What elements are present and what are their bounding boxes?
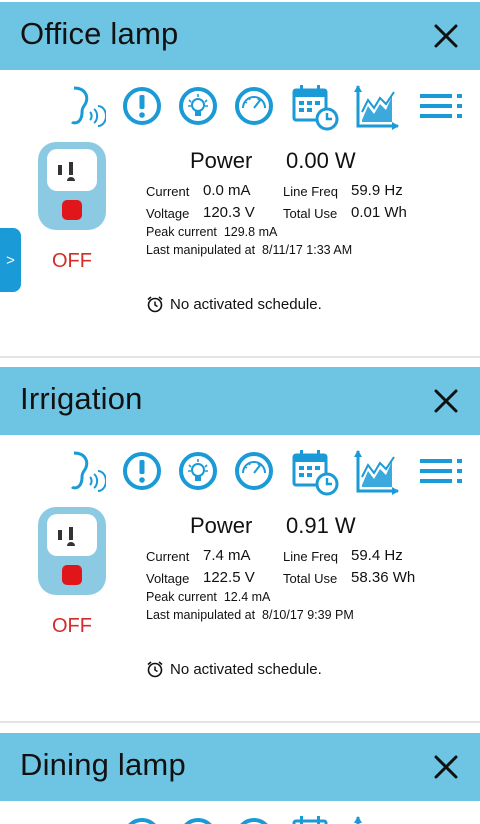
- calendar-schedule-icon[interactable]: [290, 447, 340, 497]
- last-manipulated: Last manipulated at 8/11/17 1:33 AM: [146, 243, 353, 257]
- power-label: Power: [190, 513, 253, 538]
- smart-plug-toggle[interactable]: [38, 142, 106, 230]
- total-use-label: Total Use: [283, 206, 338, 221]
- light-bulb-icon[interactable]: [176, 447, 220, 495]
- last-manipulated: Last manipulated at 8/10/17 9:39 PM: [146, 608, 354, 622]
- current-value: 0.0 mA: [203, 182, 251, 199]
- device-toolbar: [0, 82, 480, 134]
- power-state-label: OFF: [52, 250, 92, 272]
- schedule-text: No activated schedule.: [170, 660, 322, 678]
- alert-icon[interactable]: [120, 82, 164, 130]
- schedule-status: No activated schedule.: [146, 660, 322, 678]
- peak-current: Peak current 129.8 mA: [146, 225, 278, 239]
- current-value: 7.4 mA: [203, 547, 251, 564]
- power-value: 0.91 W: [286, 513, 356, 538]
- close-button[interactable]: [428, 383, 464, 419]
- card-title: Irrigation: [20, 381, 143, 416]
- card-header: Office lamp: [0, 2, 480, 70]
- voice-icon[interactable]: [66, 447, 106, 495]
- voltage-value: 120.3 V: [203, 204, 255, 221]
- line-freq-label: Line Freq: [283, 184, 338, 199]
- current-label: Current: [146, 184, 190, 199]
- schedule-text: No activated schedule.: [170, 295, 322, 313]
- device-card-office-lamp: Office lamp OFF Power 0.00 W Current 0.0…: [0, 2, 480, 358]
- card-divider: [0, 721, 480, 723]
- chart-icon[interactable]: [352, 82, 400, 132]
- voltage-value: 122.5 V: [203, 569, 255, 586]
- power-label: Power: [190, 148, 253, 173]
- close-icon: [434, 755, 458, 779]
- card-title: Dining lamp: [20, 747, 186, 782]
- line-freq-value: 59.4 Hz: [351, 547, 403, 564]
- card-header: Irrigation: [0, 367, 480, 435]
- alarm-clock-icon: [147, 296, 163, 313]
- gauge-icon[interactable]: [232, 447, 276, 495]
- power-state-label: OFF: [52, 615, 92, 637]
- total-use-value: 58.36 Wh: [351, 569, 416, 586]
- chart-icon[interactable]: [352, 813, 400, 824]
- voltage-label: Voltage: [146, 206, 190, 221]
- close-icon: [434, 24, 458, 48]
- device-toolbar: [0, 447, 480, 499]
- gauge-icon[interactable]: [232, 813, 276, 824]
- card-header: Dining lamp: [0, 733, 480, 801]
- alert-icon[interactable]: [120, 813, 164, 824]
- voltage-label: Voltage: [146, 571, 190, 586]
- voice-icon[interactable]: [66, 82, 106, 130]
- card-divider: [0, 356, 480, 358]
- line-freq-label: Line Freq: [283, 549, 338, 564]
- total-use-value: 0.01 Wh: [351, 204, 407, 221]
- menu-icon[interactable]: [418, 447, 466, 495]
- calendar-schedule-icon[interactable]: [290, 82, 340, 132]
- chart-icon[interactable]: [352, 447, 400, 497]
- close-icon: [434, 389, 458, 413]
- calendar-schedule-icon[interactable]: [290, 813, 340, 824]
- smart-plug-toggle[interactable]: [38, 507, 106, 595]
- menu-icon[interactable]: [418, 82, 466, 130]
- power-value: 0.00 W: [286, 148, 356, 173]
- current-label: Current: [146, 549, 190, 564]
- close-button[interactable]: [428, 18, 464, 54]
- light-bulb-icon[interactable]: [176, 82, 220, 130]
- device-card-irrigation: Irrigation OFF Power 0.91 W Current 7.4 …: [0, 367, 480, 723]
- card-title: Office lamp: [20, 16, 179, 51]
- alert-icon[interactable]: [120, 447, 164, 495]
- total-use-label: Total Use: [283, 571, 338, 586]
- device-toolbar: [0, 813, 480, 824]
- light-bulb-icon[interactable]: [176, 813, 220, 824]
- device-card-dining-lamp: Dining lamp: [0, 733, 480, 824]
- peak-current: Peak current 12.4 mA: [146, 590, 271, 604]
- alarm-clock-icon: [147, 661, 163, 678]
- close-button[interactable]: [428, 749, 464, 785]
- line-freq-value: 59.9 Hz: [351, 182, 403, 199]
- gauge-icon[interactable]: [232, 82, 276, 130]
- schedule-status: No activated schedule.: [146, 295, 322, 313]
